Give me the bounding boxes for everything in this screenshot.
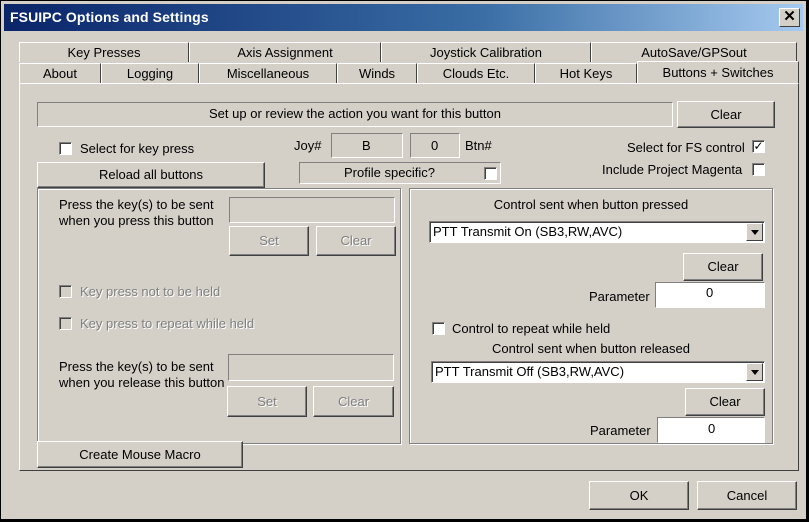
parameter2-input[interactable]: 0 bbox=[657, 417, 765, 443]
tab-axis-assignment[interactable]: Axis Assignment bbox=[189, 42, 381, 62]
fsuipc-options-window: FSUIPC Options and Settings ✕ Key Presse… bbox=[0, 0, 807, 520]
tab-autosave-gpsout[interactable]: AutoSave/GPSout bbox=[591, 42, 797, 62]
released-control-value: PTT Transmit Off (SB3,RW,AVC) bbox=[435, 364, 625, 379]
not-held-checkbox[interactable] bbox=[59, 285, 72, 298]
reload-all-buttons-button[interactable]: Reload all buttons bbox=[37, 162, 265, 188]
joy-label: Joy# bbox=[294, 138, 322, 153]
clear-released-control-button[interactable]: Clear bbox=[685, 388, 765, 416]
press-keys-label: Press the key(s) to be sent when you pre… bbox=[59, 197, 214, 228]
tab-hot-keys[interactable]: Hot Keys bbox=[535, 63, 637, 83]
set-press-button[interactable]: Set bbox=[229, 226, 309, 256]
pressed-control-value: PTT Transmit On (SB3,RW,AVC) bbox=[433, 224, 623, 239]
tab-clouds-etc[interactable]: Clouds Etc. bbox=[417, 63, 535, 83]
pressed-control-dropdown[interactable]: PTT Transmit On (SB3,RW,AVC) bbox=[429, 221, 765, 243]
profile-specific-box: Profile specific? bbox=[299, 162, 501, 184]
tab-key-presses[interactable]: Key Presses bbox=[19, 42, 189, 62]
cancel-button[interactable]: Cancel bbox=[697, 481, 797, 510]
dropdown-arrow-icon[interactable] bbox=[746, 223, 763, 241]
tab-about[interactable]: About bbox=[19, 63, 101, 83]
profile-specific-checkbox[interactable] bbox=[484, 167, 497, 180]
joy-number-value: B bbox=[362, 138, 371, 153]
btn-label: Btn# bbox=[465, 138, 492, 153]
clear-release-button[interactable]: Clear bbox=[313, 386, 394, 417]
control-repeat-label: Control to repeat while held bbox=[452, 321, 611, 336]
include-magenta-label: Include Project Magenta bbox=[602, 162, 743, 177]
close-button[interactable]: ✕ bbox=[779, 8, 800, 27]
clear-all-button[interactable]: Clear bbox=[677, 101, 775, 128]
released-control-title: Control sent when button released bbox=[491, 341, 690, 356]
parameter1-input[interactable]: 0 bbox=[655, 282, 765, 308]
instruction-text: Set up or review the action you want for… bbox=[209, 106, 501, 121]
release-keys-label: Press the key(s) to be sent when you rel… bbox=[59, 359, 225, 390]
released-control-dropdown[interactable]: PTT Transmit Off (SB3,RW,AVC) bbox=[431, 361, 765, 383]
parameter1-value: 0 bbox=[706, 285, 714, 300]
select-key-press-checkbox[interactable] bbox=[59, 142, 72, 155]
window-title: FSUIPC Options and Settings bbox=[10, 9, 209, 25]
parameter2-value: 0 bbox=[708, 421, 716, 436]
create-mouse-macro-button[interactable]: Create Mouse Macro bbox=[37, 441, 243, 468]
tab-joystick-calibration[interactable]: Joystick Calibration bbox=[381, 42, 591, 62]
tab-buttons-switches[interactable]: Buttons + Switches bbox=[637, 61, 799, 84]
parameter1-label: Parameter bbox=[589, 289, 650, 304]
dropdown-arrow-icon-2[interactable] bbox=[746, 363, 763, 381]
clear-press-button[interactable]: Clear bbox=[316, 226, 396, 256]
tab-logging[interactable]: Logging bbox=[101, 63, 199, 83]
joy-number-field[interactable]: B bbox=[331, 133, 403, 158]
instruction-bar: Set up or review the action you want for… bbox=[37, 102, 673, 127]
press-keys-field[interactable] bbox=[229, 197, 395, 223]
checkmark-icon: ✓ bbox=[753, 139, 764, 153]
tab-winds[interactable]: Winds bbox=[337, 63, 417, 83]
clear-pressed-control-button[interactable]: Clear bbox=[683, 253, 763, 281]
btn-number-field[interactable]: 0 bbox=[410, 133, 460, 158]
tab-miscellaneous[interactable]: Miscellaneous bbox=[199, 63, 337, 83]
select-fs-control-checkbox[interactable]: ✓ bbox=[752, 140, 765, 153]
repeat-held-checkbox[interactable] bbox=[59, 317, 72, 330]
set-release-button[interactable]: Set bbox=[227, 386, 307, 417]
select-fs-control-label: Select for FS control bbox=[627, 140, 745, 155]
profile-specific-label: Profile specific? bbox=[344, 165, 436, 180]
title-bar[interactable]: FSUIPC Options and Settings ✕ bbox=[4, 4, 803, 31]
parameter2-label: Parameter bbox=[590, 423, 651, 438]
pressed-control-title: Control sent when button pressed bbox=[493, 197, 689, 212]
release-keys-field[interactable] bbox=[228, 354, 394, 381]
repeat-held-label: Key press to repeat while held bbox=[80, 316, 255, 331]
include-magenta-checkbox[interactable] bbox=[752, 163, 765, 176]
select-key-press-label: Select for key press bbox=[80, 141, 195, 156]
control-repeat-checkbox[interactable] bbox=[432, 322, 445, 335]
ok-button[interactable]: OK bbox=[589, 481, 689, 510]
close-icon: ✕ bbox=[783, 8, 796, 25]
not-held-label: Key press not to be held bbox=[80, 284, 221, 299]
btn-number-value: 0 bbox=[431, 138, 439, 153]
